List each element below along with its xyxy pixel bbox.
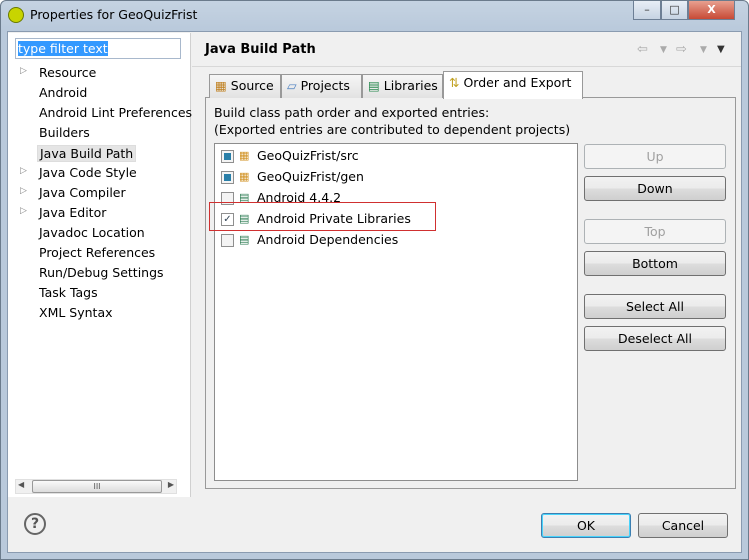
sidebar-item-label: XML Syntax (39, 305, 113, 320)
folder-icon: ▱ (287, 78, 297, 93)
expand-arrow-icon[interactable]: ▷ (20, 206, 27, 216)
maximize-button[interactable]: □ (661, 1, 688, 20)
sidebar-item-label: Java Code Style (39, 165, 137, 180)
forward-dropdown-icon[interactable]: ▼ (700, 45, 707, 55)
sidebar-item-label: Run/Debug Settings (39, 265, 164, 280)
window-title: Properties for GeoQuizFrist (30, 7, 198, 22)
tab-label: Projects (300, 78, 350, 93)
sidebar-scrollbar[interactable]: ◀ III ▶ (15, 479, 177, 494)
select-all-button[interactable]: Select All (584, 294, 726, 319)
tab-label: Order and Export (463, 75, 572, 90)
order-icon: ⇅ (449, 75, 460, 90)
tab-source[interactable]: ▦ Source (209, 74, 281, 98)
up-button[interactable]: Up (584, 144, 726, 169)
scroll-left-icon[interactable]: ◀ (18, 480, 24, 489)
description-line-1: Build class path order and exported entr… (214, 105, 490, 120)
close-button[interactable]: X (688, 1, 735, 20)
highlight-annotation (209, 202, 436, 231)
scroll-right-icon[interactable]: ▶ (168, 480, 174, 489)
tab-projects[interactable]: ▱ Projects (281, 74, 362, 98)
deselect-all-button[interactable]: Deselect All (584, 326, 726, 351)
export-checkbox[interactable] (221, 171, 234, 184)
bottom-button[interactable]: Bottom (584, 251, 726, 276)
tab-order-and-export[interactable]: ⇅ Order and Export (443, 71, 583, 99)
tab-label: Libraries (383, 78, 438, 93)
scroll-thumb[interactable]: III (32, 480, 162, 493)
cancel-button[interactable]: Cancel (638, 513, 728, 538)
sidebar-item-label: Task Tags (39, 285, 98, 300)
library-icon: ▤ (239, 233, 250, 246)
down-button[interactable]: Down (584, 176, 726, 201)
export-checkbox[interactable] (221, 234, 234, 247)
help-icon[interactable]: ? (24, 513, 46, 535)
tab-libraries[interactable]: ▤ Libraries (362, 74, 443, 98)
export-checkbox[interactable] (221, 150, 234, 163)
sidebar-item-label: Javadoc Location (39, 225, 145, 240)
entry-label: Android Dependencies (257, 232, 399, 247)
top-button[interactable]: Top (584, 219, 726, 244)
entry-label: GeoQuizFrist/src (257, 148, 359, 163)
view-menu-icon[interactable]: ▼ (717, 44, 725, 55)
sidebar-item-label: Android Lint Preferences (39, 105, 193, 120)
sidebar-item-label: Project References (39, 245, 156, 260)
sidebar-item-label: Android (39, 85, 88, 100)
entry-label: GeoQuizFrist/gen (257, 169, 364, 184)
expand-arrow-icon[interactable]: ▷ (20, 66, 27, 76)
sidebar-item-label: Java Build Path (37, 145, 137, 162)
app-icon (8, 7, 24, 23)
minimize-button[interactable]: – (633, 1, 661, 20)
sidebar-item-label: Java Editor (39, 205, 107, 220)
source-icon: ▦ (215, 78, 227, 93)
ok-button[interactable]: OK (541, 513, 631, 538)
back-icon[interactable]: ⇦ (637, 42, 648, 57)
classpath-entry[interactable]: ▦ GeoQuizFrist/src (221, 146, 421, 166)
filter-input[interactable]: type filter text (15, 38, 181, 59)
sidebar-item-label: Java Compiler (39, 185, 126, 200)
sidebar-item-label: Builders (39, 125, 90, 140)
expand-arrow-icon[interactable]: ▷ (20, 166, 27, 176)
back-dropdown-icon[interactable]: ▼ (660, 45, 667, 55)
filter-text: type filter text (18, 41, 108, 56)
classpath-entry[interactable]: ▦ GeoQuizFrist/gen (221, 167, 421, 187)
sidebar-item-label: Resource (39, 65, 97, 80)
tab-label: Source (230, 78, 274, 93)
description-line-2: (Exported entries are contributed to dep… (214, 122, 571, 137)
header-divider (192, 66, 741, 67)
library-icon: ▤ (368, 78, 380, 93)
forward-icon[interactable]: ⇨ (676, 42, 687, 57)
page-title: Java Build Path (205, 42, 316, 57)
source-folder-icon: ▦ (239, 149, 250, 162)
source-folder-icon: ▦ (239, 170, 250, 183)
classpath-entry[interactable]: ▤ Android Dependencies (221, 230, 421, 250)
expand-arrow-icon[interactable]: ▷ (20, 186, 27, 196)
